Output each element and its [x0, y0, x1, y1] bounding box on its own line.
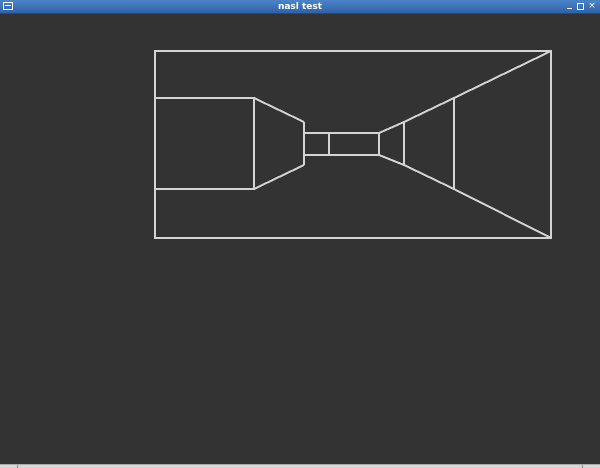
app-window: nasl test ×	[0, 0, 600, 468]
title-bar[interactable]: nasl test ×	[0, 0, 600, 14]
minimize-icon[interactable]	[564, 1, 574, 12]
right-wall-far-bottom	[378, 154, 405, 166]
right-wall-mid-bottom	[403, 164, 455, 190]
right-wall-far-top	[378, 121, 405, 134]
maximize-icon[interactable]	[575, 1, 585, 12]
left-near-opening	[155, 97, 255, 190]
close-icon[interactable]: ×	[587, 1, 597, 12]
far-passage-left	[303, 132, 330, 156]
right-wall-near-bottom	[453, 188, 552, 239]
left-wall-bottom	[253, 164, 305, 190]
right-wall-near-top	[453, 50, 552, 99]
status-bar	[0, 464, 600, 468]
far-passage-center	[328, 132, 380, 156]
render-canvas	[154, 50, 552, 239]
left-wall-top	[253, 97, 305, 123]
window-title: nasl test	[277, 2, 323, 12]
right-wall-mid-top	[403, 97, 455, 123]
